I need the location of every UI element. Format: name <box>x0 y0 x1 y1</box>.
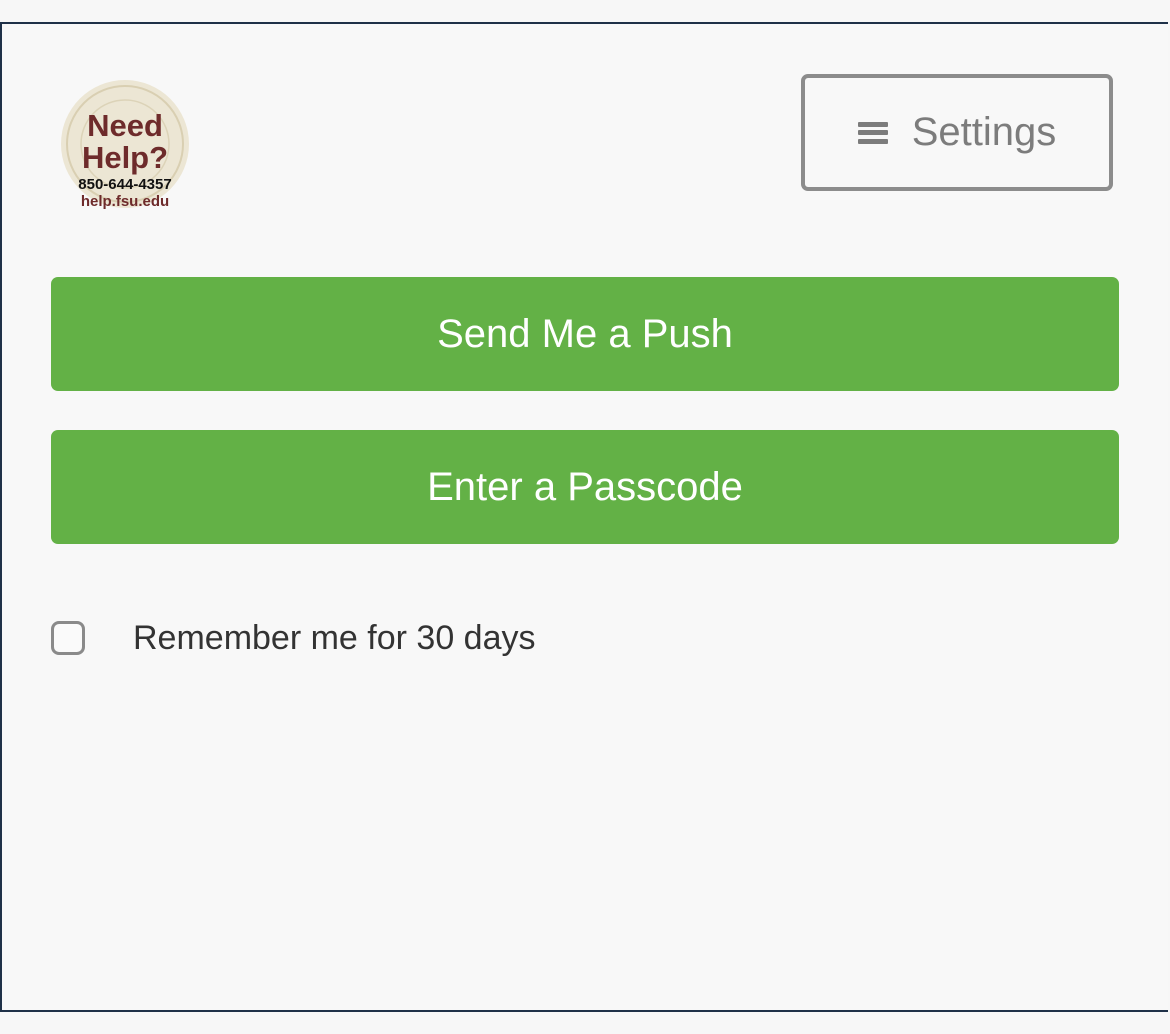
logo-site: help.fsu.edu <box>81 193 169 210</box>
remember-me-label[interactable]: Remember me for 30 days <box>133 619 536 658</box>
settings-label: Settings <box>911 110 1057 154</box>
logo-phone: 850-644-4357 <box>78 176 171 193</box>
enter-passcode-button[interactable]: Enter a Passcode <box>51 430 1119 544</box>
remember-me-row: Remember me for 30 days <box>51 616 536 660</box>
logo-line1: Need <box>87 108 163 143</box>
auth-frame: Need Help? 850-644-4357 help.fsu.edu Set… <box>0 22 1168 1012</box>
send-push-button[interactable]: Send Me a Push <box>51 277 1119 391</box>
settings-button[interactable]: Settings <box>801 74 1113 191</box>
menu-icon <box>857 121 888 144</box>
logo-line2: Help? <box>82 140 168 175</box>
enter-passcode-label: Enter a Passcode <box>427 464 743 509</box>
help-logo[interactable]: Need Help? 850-644-4357 help.fsu.edu <box>58 80 192 214</box>
fsu-seal-icon: Need Help? 850-644-4357 help.fsu.edu <box>61 80 189 210</box>
remember-me-checkbox[interactable] <box>51 621 85 655</box>
send-push-label: Send Me a Push <box>437 311 733 356</box>
